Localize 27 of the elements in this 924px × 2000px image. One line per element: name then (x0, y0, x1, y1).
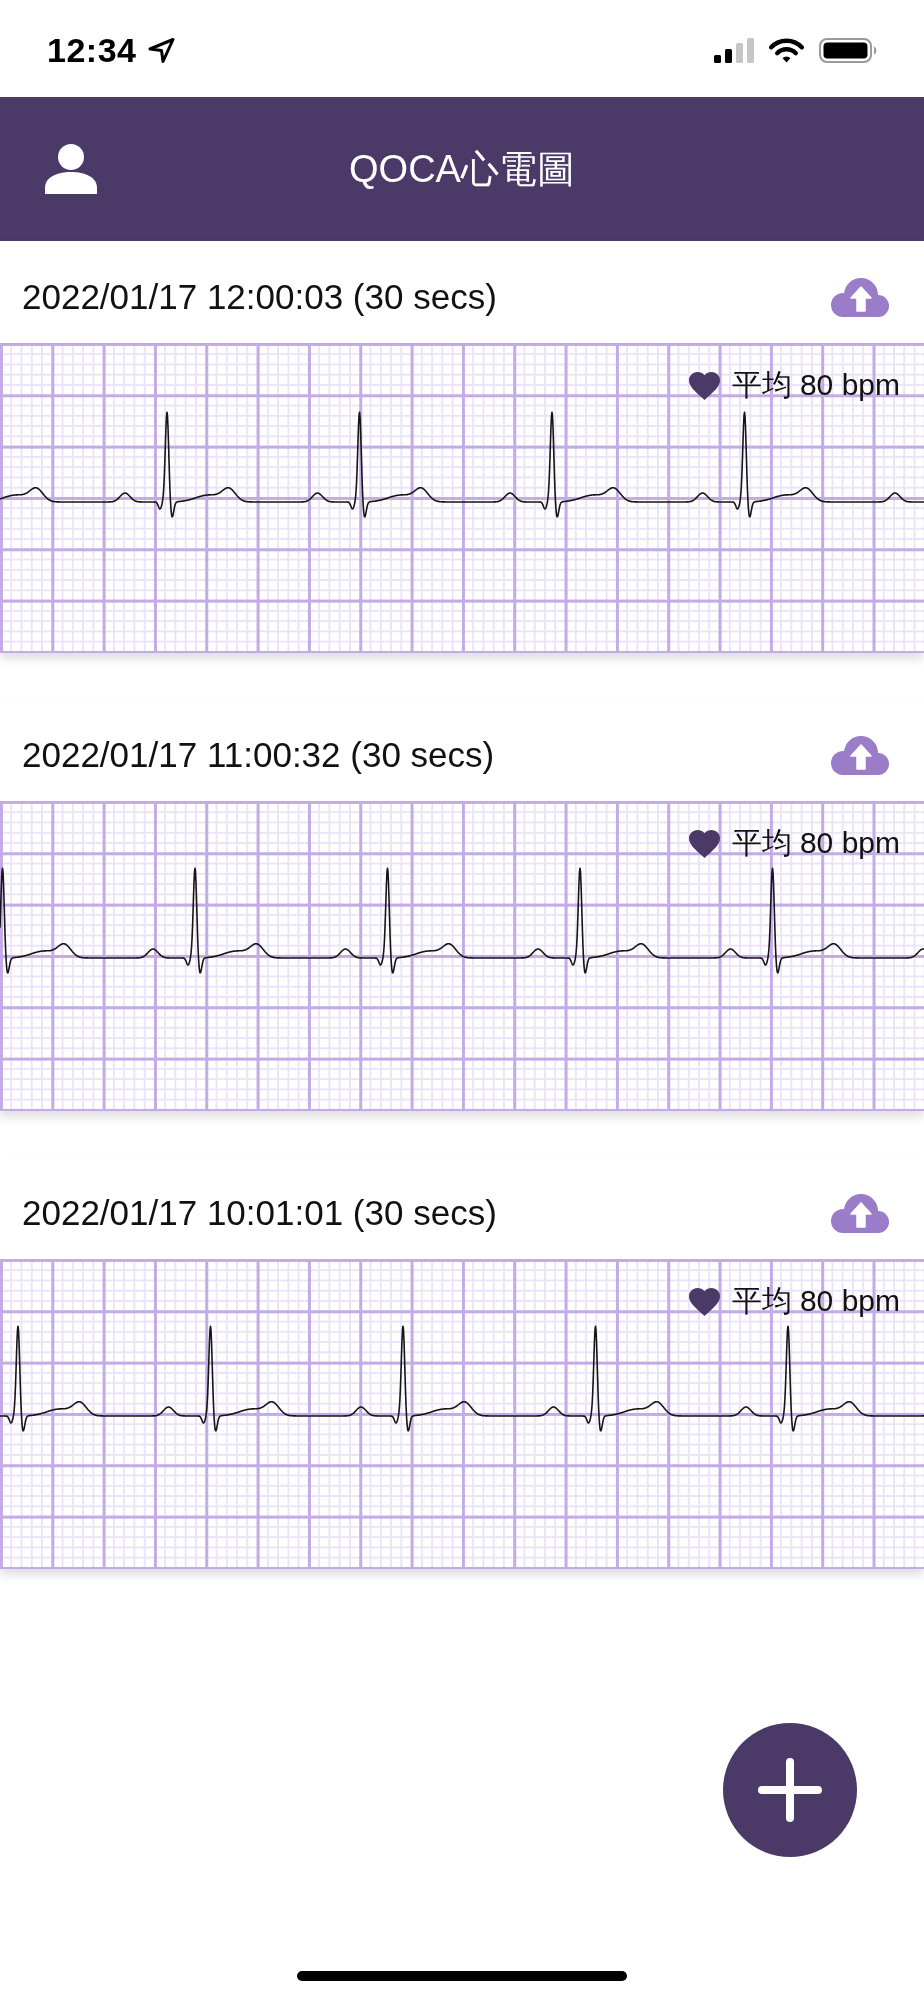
record-timestamp: 2022/01/17 12:00:03 (30 secs) (22, 277, 497, 317)
heart-icon (688, 829, 720, 858)
app-title: QOCA心電圖 (349, 146, 575, 192)
upload-button[interactable] (831, 1193, 889, 1233)
upload-button[interactable] (831, 735, 889, 775)
average-heart-rate: 平均 80 bpm (731, 825, 900, 861)
wifi-icon (769, 38, 804, 63)
battery-icon (819, 38, 878, 63)
ecg-record-card[interactable]: 2022/01/17 12:00:03 (30 secs) 平均 80 bpm (0, 241, 924, 653)
cloud-upload-icon (831, 1193, 889, 1233)
ecg-record-card[interactable]: 2022/01/17 11:00:32 (30 secs) 平均 80 bpm (0, 699, 924, 1111)
status-time: 12:34 (47, 31, 137, 70)
record-timestamp: 2022/01/17 10:01:01 (30 secs) (22, 1193, 497, 1233)
heart-icon (688, 371, 720, 400)
signal-icon (714, 38, 754, 63)
location-arrow-icon (148, 38, 176, 63)
heart-icon (688, 1287, 720, 1316)
average-heart-rate: 平均 80 bpm (731, 1283, 900, 1319)
ecg-record-card[interactable]: 2022/01/17 10:01:01 (30 secs) 平均 80 bpm (0, 1157, 924, 1569)
plus-icon (758, 1758, 822, 1822)
record-timestamp: 2022/01/17 11:00:32 (30 secs) (22, 735, 495, 775)
profile-button[interactable] (45, 144, 97, 194)
cloud-upload-icon (831, 277, 889, 317)
person-icon (45, 144, 97, 194)
upload-button[interactable] (831, 277, 889, 317)
average-heart-rate: 平均 80 bpm (731, 367, 900, 403)
cloud-upload-icon (831, 735, 889, 775)
